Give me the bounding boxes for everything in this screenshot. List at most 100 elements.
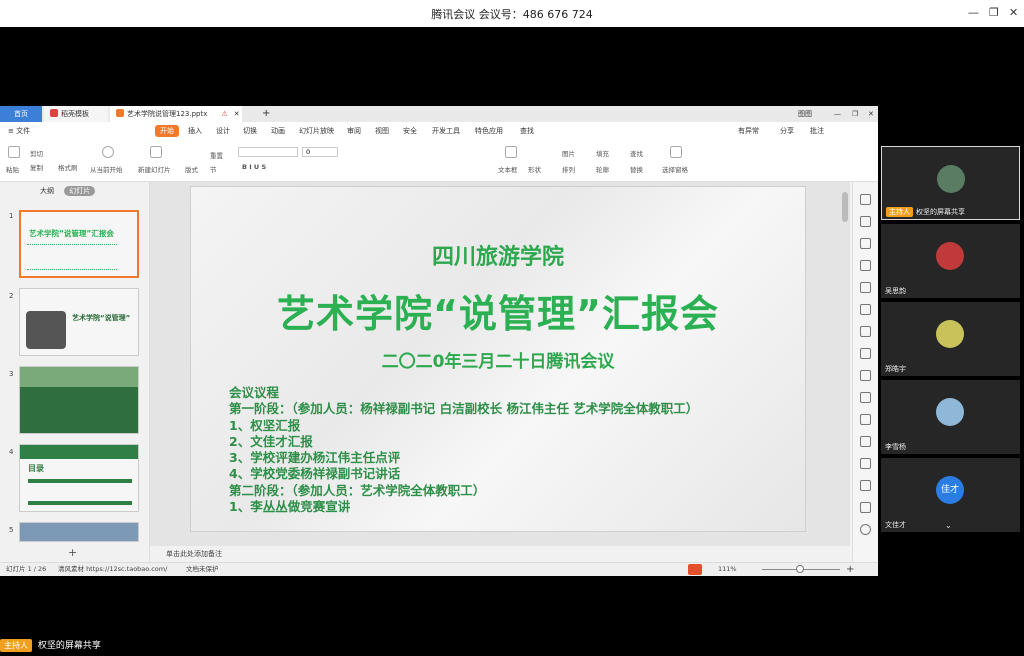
slide-thumb-1[interactable]: 艺术学院“说管理”汇报会 [19,210,139,278]
close-icon[interactable]: ✕ [1009,6,1018,19]
menu-file[interactable]: ≡ 文件 [8,122,30,140]
new-slide-button[interactable]: 新建幻灯片 [138,164,171,174]
slide-thumb-3[interactable] [19,366,139,434]
changes-button[interactable]: 有异常 [738,122,759,140]
thumb-number: 4 [9,448,14,456]
tool-icon[interactable] [860,194,871,205]
menu-design[interactable]: 设计 [216,122,230,140]
tool-icon[interactable] [860,392,871,403]
tool-icon[interactable] [860,370,871,381]
tool-icon[interactable] [860,238,871,249]
tool-icon[interactable] [860,414,871,425]
tool-icon[interactable] [860,348,871,359]
textbox-icon[interactable] [505,146,517,158]
new-slide-icon[interactable] [150,146,162,158]
zoom-level[interactable]: 111% [718,563,737,576]
avatar [936,320,964,348]
participant-name: 李雪杨 [885,443,906,451]
find-button[interactable]: 查找 [630,148,643,158]
protect-status[interactable]: 文档未保护 [186,563,219,576]
slide-thumb-2[interactable]: 艺术学院“说管理” [19,288,139,356]
reset-button[interactable]: 重置 [210,150,223,160]
annotate-button[interactable]: 批注 [810,122,824,140]
tab-bar: 首页 稻壳模板 艺术学院说管理123.pptx ⚠ ✕ + 图图 — ❐ ✕ [0,106,878,122]
slides-tab[interactable]: 幻灯片 [64,186,96,196]
warning-icon: ⚠ [221,110,228,118]
selection-pane-icon[interactable] [670,146,682,158]
picture-button[interactable]: 图片 [562,148,575,158]
participant-name: 吴思韵 [885,287,906,295]
participant-tile[interactable]: 佳才 文佳才 ⌄ [881,458,1020,532]
menu-search[interactable]: 查找 [520,122,534,140]
selection-pane-button[interactable]: 选择窗格 [662,164,688,174]
menu-security[interactable]: 安全 [403,122,417,140]
menu-dev[interactable]: 开发工具 [432,122,460,140]
play-icon[interactable] [102,146,114,158]
slide-thumb-4[interactable]: 目录 [19,444,139,512]
window-close-icon[interactable]: ✕ [862,106,874,122]
slide-thumb-5[interactable] [19,522,139,542]
menu-view[interactable]: 视图 [375,122,389,140]
menu-review[interactable]: 审阅 [347,122,361,140]
section-button[interactable]: 节 [210,164,217,174]
tool-icon[interactable] [860,304,871,315]
help-icon[interactable] [860,524,871,535]
tool-icon[interactable] [860,458,871,469]
font-size-select[interactable]: 0 [302,147,338,157]
paste-icon[interactable] [8,146,20,158]
window-minimize-icon[interactable]: — [828,106,841,122]
add-slide-icon[interactable]: + [68,546,77,559]
tool-icon[interactable] [860,282,871,293]
cut-button[interactable]: 剪切 [30,148,43,158]
participant-tile-speaker[interactable]: 主持人 权坚的屏幕共享 [881,146,1020,220]
vertical-scrollbar[interactable] [842,192,848,222]
outline-button[interactable]: 轮廓 [596,164,609,174]
tool-icon[interactable] [860,502,871,513]
menu-animation[interactable]: 动画 [271,122,285,140]
menu-start[interactable]: 开始 [155,125,179,137]
tool-icon[interactable] [860,260,871,271]
speaker-label: 权坚的屏幕共享 [916,208,965,216]
tab-home[interactable]: 首页 [0,106,42,122]
user-name[interactable]: 图图 [792,106,812,122]
arrange-button[interactable]: 排列 [562,164,575,174]
meeting-titlebar: 腾讯会议 会议号：486 676 724 — ❐ ✕ [0,0,1024,27]
tab-file[interactable]: 艺术学院说管理123.pptx ⚠ ✕ [110,106,242,122]
minimize-icon[interactable]: — [968,6,979,19]
participant-tile[interactable]: 李雪杨 [881,380,1020,454]
menu-slideshow[interactable]: 幻灯片放映 [299,122,334,140]
tab-close-icon[interactable]: ✕ [234,110,240,118]
format-painter-button[interactable]: 格式刷 [58,162,78,172]
participant-tile[interactable]: 吴思韵 [881,224,1020,298]
font-family-select[interactable] [238,147,298,157]
tool-icon[interactable] [860,326,871,337]
paste-label[interactable]: 粘贴 [6,164,19,174]
new-tab-icon[interactable]: + [256,106,270,122]
participant-tile[interactable]: 郑皓宇 [881,302,1020,376]
slide[interactable]: 四川旅游学院 艺术学院“说管理”汇报会 二〇二0年三月二十日腾讯会议 会议议程 … [190,186,806,532]
play-from-current[interactable]: 从当前开始 [90,164,123,174]
copy-button[interactable]: 复制 [30,162,43,172]
fill-button[interactable]: 填充 [596,148,609,158]
replace-button[interactable]: 替换 [630,164,643,174]
tool-icon[interactable] [860,216,871,227]
restore-icon[interactable]: ❐ [989,6,999,19]
tab-template[interactable]: 稻壳模板 [44,106,108,122]
textbox-button[interactable]: 文本框 [498,164,518,174]
layout-button[interactable]: 版式 [185,164,198,174]
chevron-down-icon[interactable]: ⌄ [945,521,952,530]
bold-icon[interactable]: B I U S [242,163,266,171]
outline-tab[interactable]: 大纲 [40,187,54,195]
zoom-slider-handle[interactable] [796,565,804,573]
tool-icon[interactable] [860,436,871,447]
notes-bar[interactable]: 单击此处添加备注 [150,546,850,562]
tool-icon[interactable] [860,480,871,491]
shape-button[interactable]: 形状 [528,164,541,174]
zoom-in-icon[interactable]: + [846,563,854,576]
menu-special[interactable]: 特色应用 [475,122,503,140]
window-restore-icon[interactable]: ❐ [846,106,858,122]
share-button[interactable]: 分享 [780,122,794,140]
menu-insert[interactable]: 插入 [188,122,202,140]
play-slideshow-icon[interactable] [688,564,702,575]
menu-switch[interactable]: 切换 [243,122,257,140]
